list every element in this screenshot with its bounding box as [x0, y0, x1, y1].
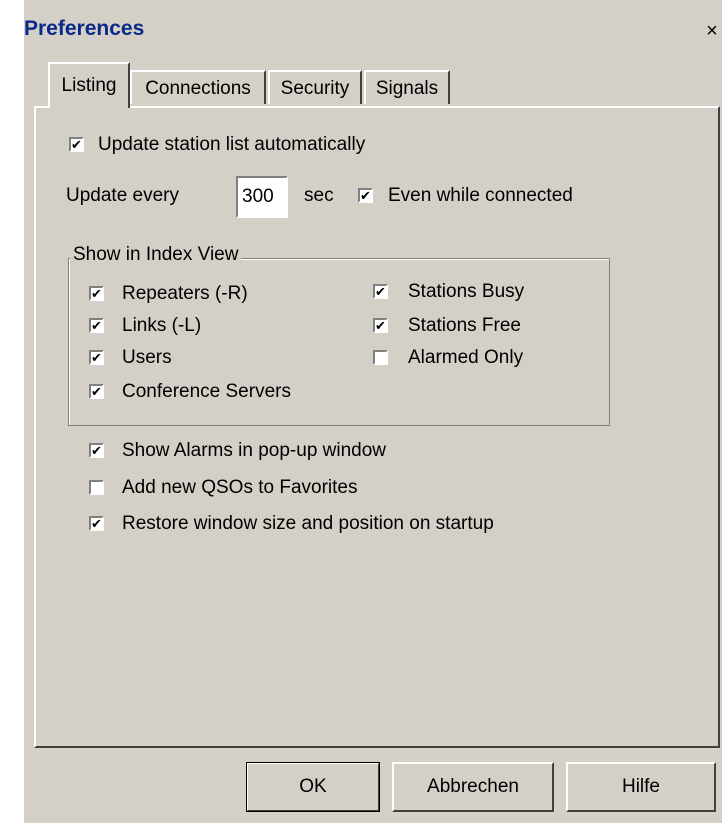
stations-busy-checkbox[interactable]: ✔	[373, 284, 388, 299]
add-qso-favorites-checkbox[interactable]	[89, 480, 104, 495]
window-title: Preferences	[24, 17, 145, 40]
preferences-window: Preferences × Listing Connections Securi…	[24, 0, 722, 823]
show-alarms-checkbox[interactable]: ✔	[89, 443, 104, 458]
update-every-label: Update every	[66, 185, 180, 206]
users-checkbox[interactable]: ✔	[89, 350, 104, 365]
repeaters-label: Repeaters (-R)	[122, 283, 248, 304]
title-bar[interactable]: Preferences ×	[24, 0, 722, 60]
update-interval-input[interactable]: 300	[236, 176, 288, 218]
stations-busy-label: Stations Busy	[408, 281, 525, 302]
update-auto-label: Update station list automatically	[98, 134, 366, 155]
add-qso-favorites-label: Add new QSOs to Favorites	[122, 477, 358, 498]
tab-security[interactable]: Security	[268, 70, 362, 104]
tab-listing[interactable]: Listing	[48, 62, 130, 108]
even-connected-checkbox[interactable]: ✔	[358, 188, 373, 203]
stations-free-checkbox[interactable]: ✔	[373, 318, 388, 333]
repeaters-checkbox[interactable]: ✔	[89, 286, 104, 301]
links-checkbox[interactable]: ✔	[89, 318, 104, 333]
stations-free-label: Stations Free	[408, 315, 521, 336]
show-alarms-label: Show Alarms in pop-up window	[122, 440, 387, 461]
close-icon[interactable]: ×	[702, 20, 722, 42]
conference-servers-checkbox[interactable]: ✔	[89, 384, 104, 399]
tab-connections[interactable]: Connections	[130, 70, 266, 104]
alarmed-only-label: Alarmed Only	[408, 347, 524, 368]
tab-signals[interactable]: Signals	[364, 70, 450, 104]
even-connected-label: Even while connected	[388, 185, 573, 206]
links-label: Links (-L)	[122, 315, 202, 336]
restore-window-label: Restore window size and position on star…	[122, 513, 494, 534]
ok-button[interactable]: OK	[246, 762, 380, 812]
update-auto-checkbox[interactable]: ✔	[69, 137, 84, 152]
sec-label: sec	[304, 185, 334, 206]
help-button[interactable]: Hilfe	[566, 762, 716, 812]
cancel-button[interactable]: Abbrechen	[392, 762, 554, 812]
users-label: Users	[122, 347, 172, 368]
index-view-group-title: Show in Index View	[70, 244, 242, 266]
conference-servers-label: Conference Servers	[122, 381, 291, 402]
restore-window-checkbox[interactable]: ✔	[89, 516, 104, 531]
alarmed-only-checkbox[interactable]	[373, 350, 388, 365]
